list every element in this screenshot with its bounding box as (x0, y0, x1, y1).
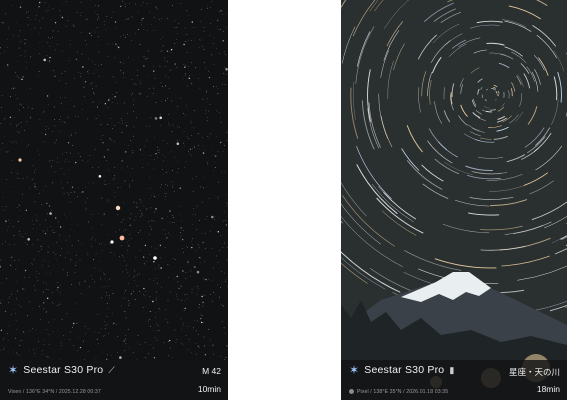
telescope-icon: ⟋ (108, 364, 115, 375)
brand-text: Seestar S30 Pro (364, 364, 445, 376)
target-name: M 42 (202, 366, 221, 376)
brand-text: Seestar S30 Pro (23, 364, 104, 376)
brand-label: ✶ Seestar S30 Pro ⟋ (8, 364, 115, 376)
seestar-star-icon: ✶ (349, 363, 360, 377)
starfield-photo-card: ✶ Seestar S30 Pro ⟋ M 42 Vixen / 136°E 3… (0, 0, 228, 400)
exposure-duration: 10min (197, 384, 221, 394)
brand-label: ✶ Seestar S30 Pro ▮ (349, 364, 454, 376)
seestar-star-icon: ✶ (8, 363, 19, 377)
target-name: 星座・天の川 (508, 367, 560, 377)
capture-meta: Pixel / 138°E 35°N / 2026.01.18 03:35 (349, 389, 448, 395)
capture-meta-text: Vixen / 136°E 34°N / 2025.12.28 00:37 (8, 389, 101, 395)
exposure-duration: 18min (536, 384, 560, 394)
photo-info-bar: ✶ Seestar S30 Pro ▮ 星座・天の川 Pixel / 138°E… (341, 360, 567, 400)
capture-meta-text: Pixel / 138°E 35°N / 2026.01.18 03:35 (357, 389, 449, 395)
startrails-image (341, 0, 567, 400)
telescope-icon: ▮ (449, 364, 455, 375)
starfield-image (0, 0, 228, 400)
capture-meta: Vixen / 136°E 34°N / 2025.12.28 00:37 (8, 389, 101, 395)
startrails-photo-card: ✶ Seestar S30 Pro ▮ 星座・天の川 Pixel / 138°E… (341, 0, 567, 400)
photo-info-bar: ✶ Seestar S30 Pro ⟋ M 42 Vixen / 136°E 3… (0, 360, 228, 400)
location-dot-icon (349, 389, 354, 395)
